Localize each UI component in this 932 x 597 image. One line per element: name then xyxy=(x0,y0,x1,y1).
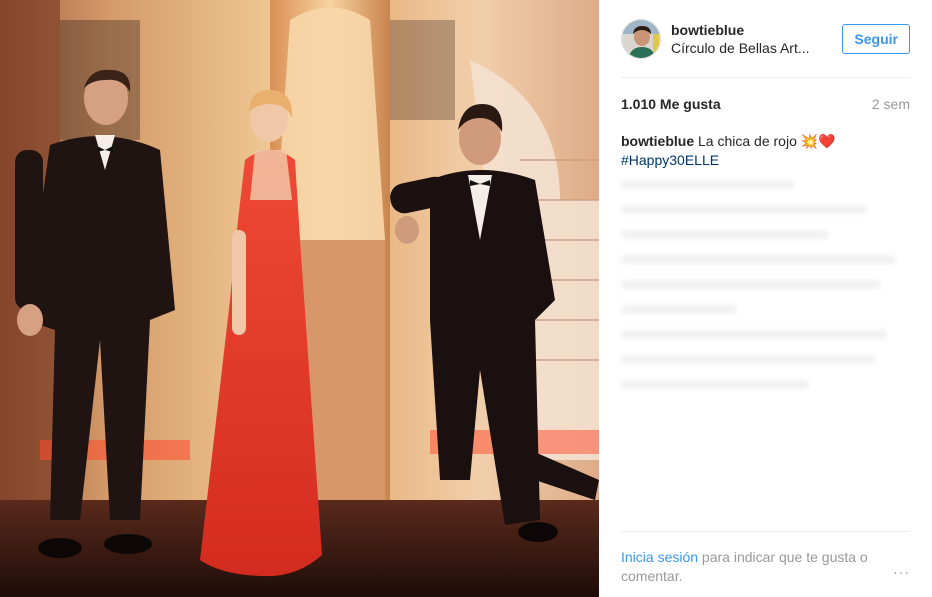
caption-text: La chica de rojo 💥❤️ xyxy=(698,133,836,149)
post-time[interactable]: 2 sem xyxy=(872,96,910,112)
post-sidebar: bowtieblue Círculo de Bellas Art... Segu… xyxy=(599,0,932,597)
blurred-line xyxy=(621,180,795,189)
blurred-line xyxy=(621,330,887,339)
follow-button[interactable]: Seguir xyxy=(842,23,910,54)
avatar-image xyxy=(622,19,660,58)
blurred-line xyxy=(621,380,809,389)
blurred-line xyxy=(621,305,737,314)
post-photo[interactable] xyxy=(0,0,599,597)
post-header: bowtieblue Círculo de Bellas Art... Segu… xyxy=(621,0,910,78)
photo-illustration xyxy=(0,0,599,597)
instagram-post: bowtieblue Círculo de Bellas Art... Segu… xyxy=(0,0,932,597)
blurred-line xyxy=(621,205,867,214)
post-stats: 1.010 Me gusta 2 sem xyxy=(621,96,910,112)
more-options-icon[interactable]: ··· xyxy=(893,564,910,580)
username[interactable]: bowtieblue xyxy=(671,21,842,39)
blurred-comments xyxy=(621,180,910,405)
avatar[interactable] xyxy=(621,18,661,59)
blurred-line xyxy=(621,230,830,239)
blurred-line xyxy=(621,280,882,289)
caption: bowtieblue La chica de rojo 💥❤️ #Happy30… xyxy=(621,132,910,170)
caption-hashtag[interactable]: #Happy30ELLE xyxy=(621,151,910,170)
blurred-line xyxy=(621,355,876,364)
post-footer: Inicia sesión para indicar que te gusta … xyxy=(621,531,910,586)
account-info: bowtieblue Círculo de Bellas Art... xyxy=(671,21,842,57)
location[interactable]: Círculo de Bellas Art... xyxy=(671,39,821,57)
caption-username[interactable]: bowtieblue xyxy=(621,133,694,149)
blurred-line xyxy=(621,255,896,264)
login-link[interactable]: Inicia sesión xyxy=(621,549,698,565)
likes-count[interactable]: 1.010 Me gusta xyxy=(621,96,721,112)
login-prompt: Inicia sesión para indicar que te gusta … xyxy=(621,548,881,586)
